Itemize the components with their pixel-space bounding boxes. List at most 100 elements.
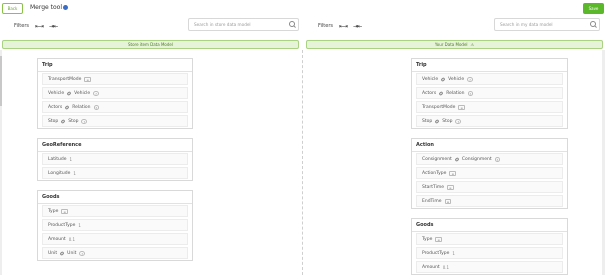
entity-action[interactable]: Action Consignment Consignment? ActionType ≡… [411,138,568,209]
list-icon[interactable]: ≡ [449,170,456,176]
expand-all-icon[interactable]: ⇤⇥ [339,23,348,30]
list-icon[interactable]: ≡ [458,104,465,110]
right-filters: Filters ⇤⇥ ⇥⇤ [318,21,362,31]
field-label: StartTime [422,184,445,190]
help-icon[interactable]: ? [467,90,474,96]
field-row[interactable]: Type ≡ [412,232,567,246]
field-row[interactable]: Actors Relation? [38,100,192,114]
help-icon[interactable]: ? [93,104,100,110]
field-row[interactable]: TransportMode ≡ [412,100,567,114]
right-filters-label: Filters [318,23,333,29]
field-label: EndTime [422,198,442,204]
field-row[interactable]: Amount 0.1 [38,232,192,246]
list-icon[interactable]: ≡ [61,208,68,214]
field-content: ProductType 1 [422,251,455,256]
field-reference: Relation [446,90,465,96]
field-row[interactable]: ProductType 1 [412,246,567,260]
link-icon [64,104,70,110]
entity-header[interactable]: Trip [38,59,192,72]
search-icon[interactable] [289,21,295,27]
left-search-placeholder: Search in store data model [194,22,251,27]
expand-all-icon[interactable]: ⇤⇥ [35,23,44,30]
save-button[interactable]: Save [583,3,604,14]
entity-header[interactable]: Action [412,139,567,152]
help-icon[interactable]: ? [93,90,99,96]
left-scrollbar-thumb[interactable] [0,56,2,106]
field-content: EndTime ≡ [422,198,452,204]
list-icon[interactable]: ≡ [435,236,442,242]
field-cardinality: 1 [78,222,81,228]
field-row[interactable]: Amount 0.1 [412,260,567,274]
field-row[interactable]: Unit Unit? [38,246,192,260]
pane-divider [302,50,303,275]
page-title: Merge tool [30,4,62,11]
entity-header[interactable]: Trip [412,59,567,72]
store-model-bar: Store item Data Model [2,40,299,49]
field-row[interactable]: Consignment Consignment? [412,152,567,166]
field-content: Type ≡ [48,208,68,214]
field-row[interactable]: Longitude 1 [38,166,192,180]
field-row[interactable]: Actors Relation? [412,86,567,100]
entity-goods[interactable]: Goods Type ≡ ProductType 1 Amount 0.1 Unit Unit? [37,190,193,261]
entity-header[interactable]: Goods [38,191,192,204]
field-row[interactable]: StartTime ≡ [412,180,567,194]
search-icon[interactable] [590,21,596,27]
field-label: Unit [48,250,58,256]
field-label: Vehicle [422,76,439,82]
field-row[interactable]: Stop Stop? [38,114,192,128]
link-icon [66,90,72,96]
right-search-input[interactable]: Search in my data model [494,18,600,31]
field-label: TransportMode [48,76,82,82]
field-row[interactable]: EndTime ≡ [412,194,567,208]
collapse-all-icon[interactable]: ⇥⇤ [353,23,362,30]
field-row[interactable]: ActionType ≡ [412,166,567,180]
field-row[interactable]: Vehicle Vehicle? [412,72,567,86]
link-icon [454,156,460,162]
help-icon[interactable]: ? [494,156,501,162]
field-content: Vehicle Vehicle? [422,76,473,82]
entity-georeference[interactable]: GeoReference Latitude 1 Longitude 1 [37,138,193,181]
field-row[interactable]: TransportMode ≡ [38,72,192,86]
entity-header[interactable]: Goods [412,219,567,232]
list-icon[interactable]: ≡ [444,198,452,204]
help-icon[interactable]: ? [467,76,473,82]
field-content: Latitude 1 [48,157,72,162]
field-row[interactable]: Latitude 1 [38,152,192,166]
field-reference: Stop [68,118,79,124]
list-icon[interactable]: ≡ [447,184,454,190]
field-content: Amount 0.1 [422,265,449,270]
back-button[interactable]: Back [2,3,23,14]
field-row[interactable]: Stop Stop? [412,114,567,128]
entity-trip[interactable]: Trip Vehicle Vehicle? Actors Relation? Transp… [411,58,568,129]
field-label: Stop [422,118,433,124]
field-cardinality: 1 [452,250,455,256]
field-content: Actors Relation? [48,104,100,110]
left-filters: Filters ⇤⇥ ⇥⇤ [14,21,58,31]
your-model-bar: Your Data Model ⚠ [306,40,603,49]
field-cardinality: 0.1 [68,236,76,242]
field-label: Type [48,208,59,214]
help-icon[interactable]: ? [455,118,462,124]
entity-header[interactable]: GeoReference [38,139,192,152]
field-content: Stop Stop? [422,118,462,124]
field-cardinality: 0.1 [442,264,450,270]
right-search-placeholder: Search in my data model [500,22,553,27]
help-icon[interactable]: ? [79,250,85,256]
entity-goods[interactable]: Goods Type ≡ ProductType 1 Amount 0.1 [411,218,568,275]
field-label: ActionType [422,170,447,176]
field-content: Consignment Consignment? [422,156,501,162]
entity-trip[interactable]: Trip TransportMode ≡ Vehicle Vehicle? Actors R… [37,58,193,129]
left-search-input[interactable]: Search in store data model [188,18,299,31]
field-content: TransportMode ≡ [422,104,465,110]
field-label: Consignment [422,156,452,162]
field-label: Type [422,236,433,242]
field-label: ProductType [422,250,450,256]
field-content: StartTime ≡ [422,184,454,190]
help-icon[interactable]: ? [81,118,88,124]
collapse-all-icon[interactable]: ⇥⇤ [49,23,58,30]
field-row[interactable]: ProductType 1 [38,218,192,232]
info-icon[interactable] [63,5,68,10]
list-icon[interactable]: ≡ [84,76,91,82]
field-row[interactable]: Type ≡ [38,204,192,218]
field-row[interactable]: Vehicle Vehicle? [38,86,192,100]
